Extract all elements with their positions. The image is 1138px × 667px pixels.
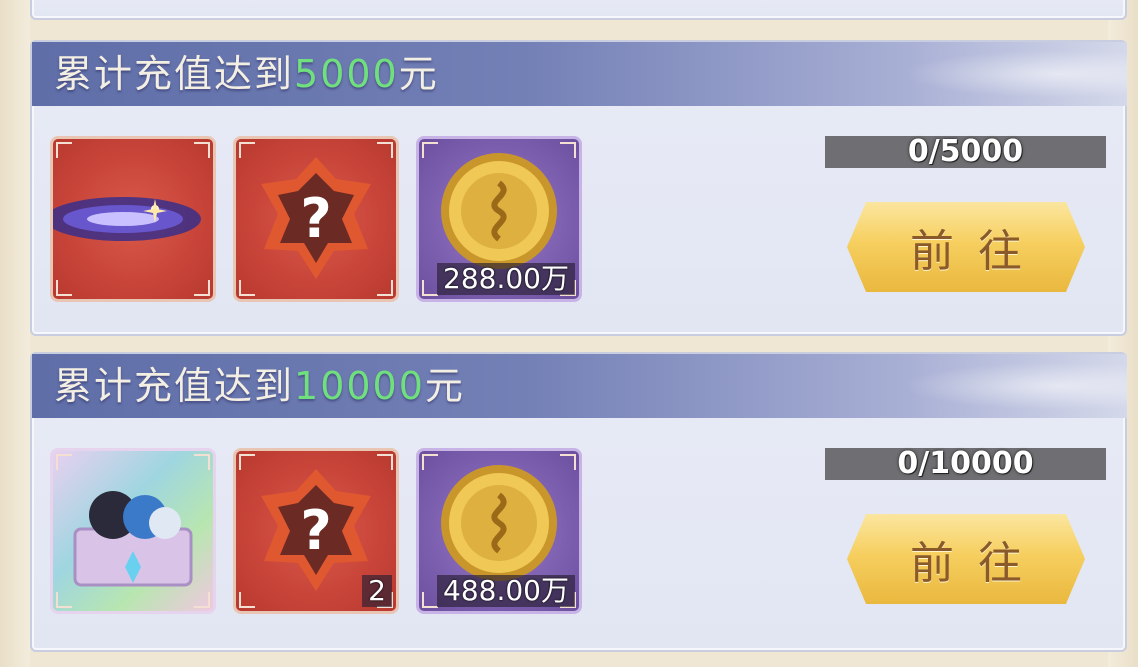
reward-amount: 5000 <box>294 52 399 96</box>
treasure-chest-icon <box>73 491 193 587</box>
item-quantity: 288.00万 <box>437 263 575 295</box>
progress-bar: 0/10000 <box>825 448 1106 480</box>
reward-item-galaxy[interactable] <box>50 136 216 302</box>
reward-item-coin[interactable]: 288.00万 <box>416 136 582 302</box>
svg-text:?: ? <box>300 187 331 250</box>
reward-tier-5000: 累计充值达到5000元 ? 288.00万 0/5000 前往 <box>30 40 1127 336</box>
item-quantity: 488.00万 <box>437 575 575 607</box>
previous-reward-panel <box>30 0 1127 20</box>
item-quantity: 2 <box>362 575 392 607</box>
reward-item-mystery[interactable]: ? <box>233 136 399 302</box>
go-button[interactable]: 前往 <box>847 202 1085 292</box>
background-left <box>0 0 30 667</box>
reward-amount: 10000 <box>294 364 425 408</box>
progress-bar: 0/5000 <box>825 136 1106 168</box>
reward-tier-title: 累计充值达到10000元 <box>54 364 465 408</box>
cloud-decoration <box>877 358 1127 414</box>
reward-item-mystery[interactable]: ? 2 <box>233 448 399 614</box>
svg-text:?: ? <box>300 499 331 562</box>
go-button[interactable]: 前往 <box>847 514 1085 604</box>
reward-tier-10000: 累计充值达到10000元 ? 2 488.00万 0/10000 前往 <box>30 352 1127 652</box>
reward-item-coin[interactable]: 488.00万 <box>416 448 582 614</box>
reward-tier-title: 累计充值达到5000元 <box>54 52 439 96</box>
reward-tier-banner: 累计充值达到10000元 <box>32 354 1127 418</box>
cloud-decoration <box>877 46 1127 102</box>
reward-tier-banner: 累计充值达到5000元 <box>32 42 1127 106</box>
mystery-crystal-icon: ? <box>261 157 371 279</box>
reward-item-chest[interactable] <box>50 448 216 614</box>
galaxy-swirl-icon <box>53 197 201 241</box>
